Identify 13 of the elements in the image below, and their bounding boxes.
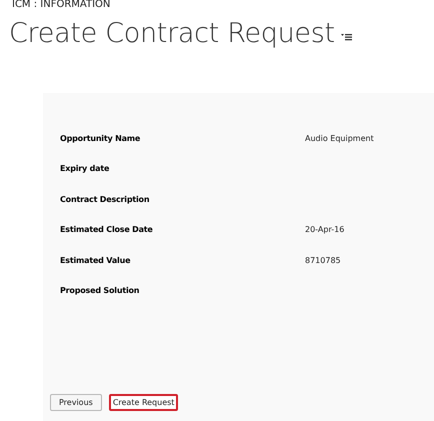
field-label: Estimated Close Date: [60, 225, 154, 234]
menu-icon[interactable]: [340, 33, 352, 41]
field-value: 20-Apr-16: [305, 225, 346, 234]
field-label: Proposed Solution: [60, 286, 140, 296]
page-title: Create Contract Request: [9, 18, 335, 48]
field-value: 8710785: [305, 256, 342, 265]
field-label: Contract Description: [60, 194, 150, 204]
field-value: Audio Equipment: [305, 134, 375, 143]
field-label: Opportunity Name: [60, 134, 142, 143]
field-label: Estimated Value: [60, 256, 132, 265]
create-request-button[interactable]: Create Request: [108, 394, 178, 411]
previous-button[interactable]: Previous: [50, 394, 102, 411]
field-label: Expiry date: [60, 164, 110, 174]
